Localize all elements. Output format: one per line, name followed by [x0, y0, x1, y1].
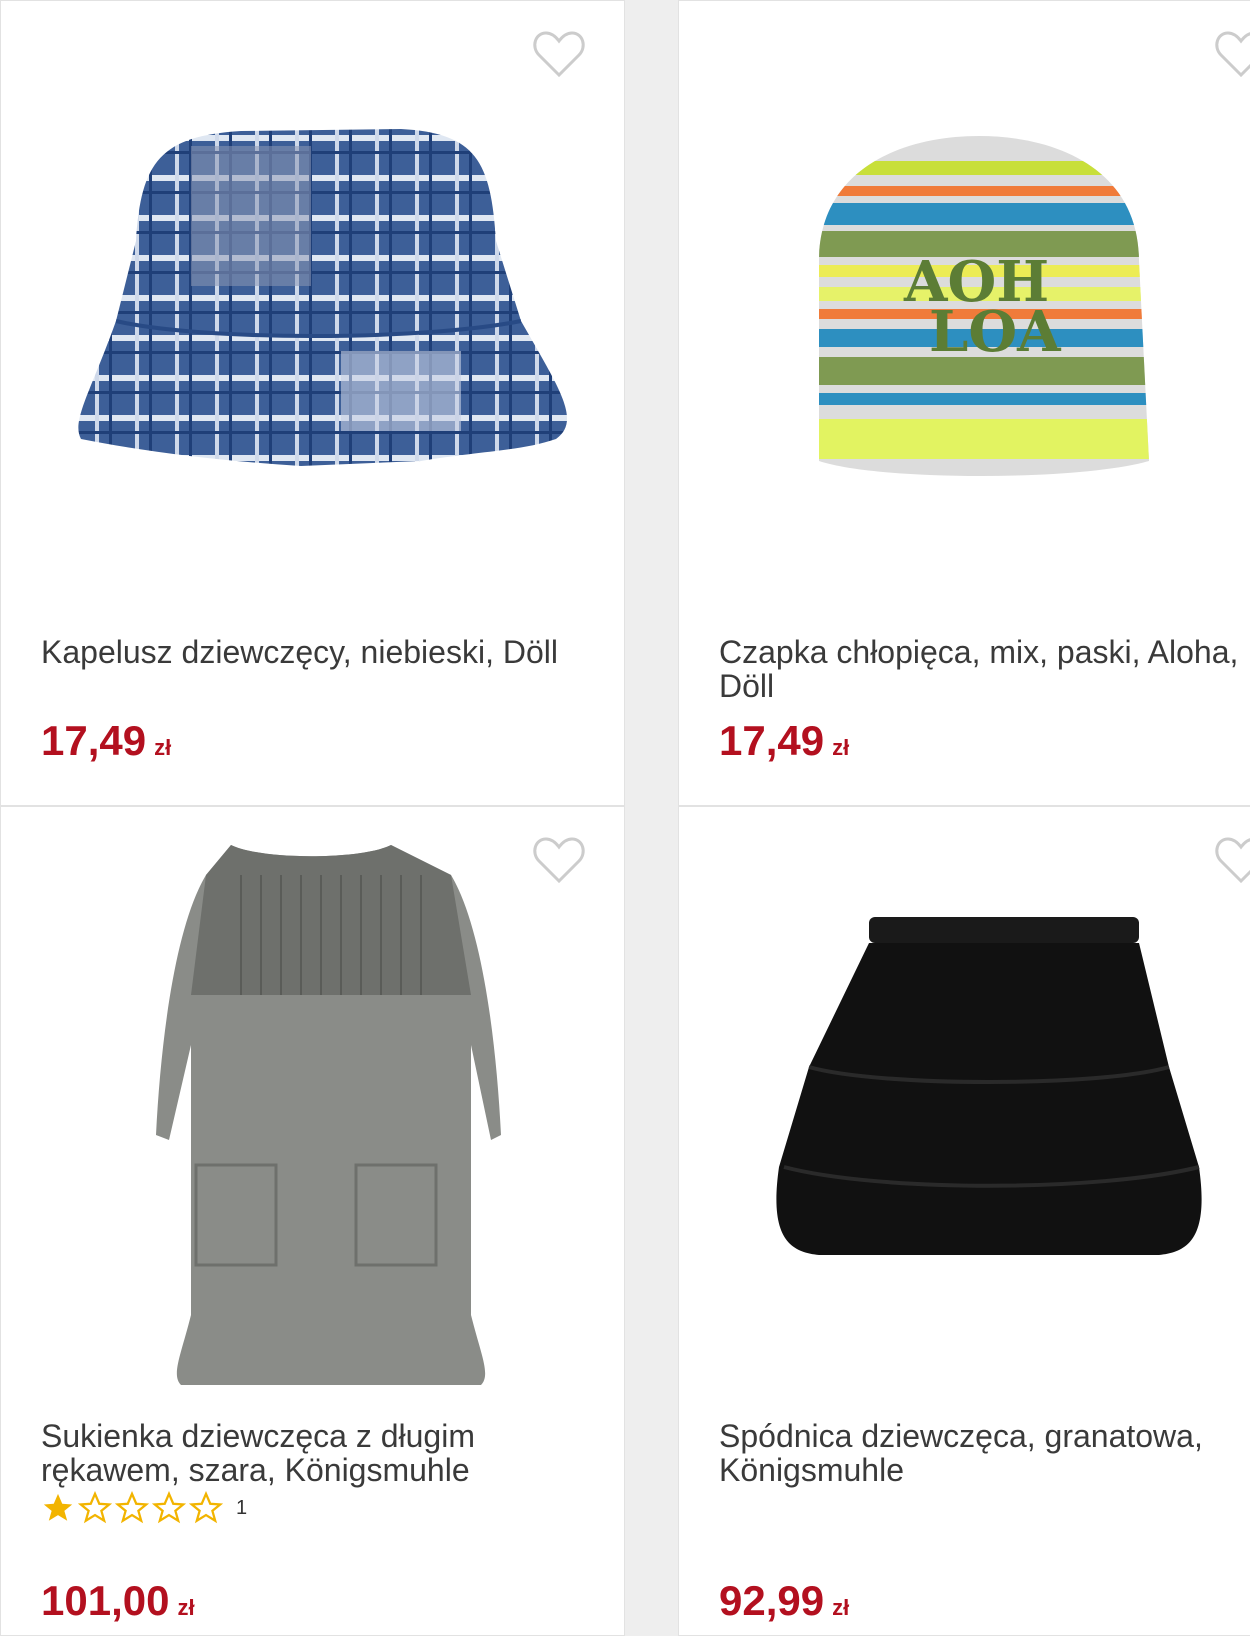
price-amount: 17,49	[719, 717, 825, 764]
product-image[interactable]	[1, 121, 626, 481]
heart-outline-icon[interactable]	[1214, 835, 1250, 885]
price-currency: zł	[177, 1595, 195, 1620]
price-amount: 92,99	[719, 1577, 825, 1624]
star-rating: 1	[41, 1491, 247, 1525]
product-price: 17,49 zł	[41, 717, 171, 765]
price-amount: 17,49	[41, 717, 147, 764]
heart-outline-icon[interactable]	[1214, 29, 1250, 79]
product-title[interactable]: Spódnica dziewczęca, granatowa, Königsmu…	[719, 1419, 1247, 1487]
product-image[interactable]	[1, 835, 626, 1395]
product-card[interactable]: Spódnica dziewczęca, granatowa, Königsmu…	[678, 806, 1250, 1636]
product-image[interactable]	[679, 907, 1250, 1287]
product-card[interactable]: AOH LOA Czapka chłopięca, mix, paski, Al…	[678, 0, 1250, 806]
heart-outline-icon[interactable]	[532, 29, 586, 79]
star-filled-icon	[43, 1493, 73, 1521]
product-title[interactable]: Kapelusz dziewczęcy, niebieski, Döll	[41, 635, 594, 669]
star-outline-icon	[152, 1491, 186, 1524]
product-grid: Kapelusz dziewczęcy, niebieski, Döll 17,…	[0, 0, 1250, 1636]
star-outline-icon	[115, 1491, 149, 1524]
price-currency: zł	[154, 735, 172, 760]
svg-text:LOA: LOA	[929, 299, 1062, 365]
product-price: 101,00 zł	[41, 1577, 195, 1625]
price-currency: zł	[832, 735, 850, 760]
product-price: 92,99 zł	[719, 1577, 849, 1625]
rating-count: 1	[236, 1496, 248, 1519]
product-image[interactable]: AOH LOA	[679, 131, 1250, 491]
product-card[interactable]: Sukienka dziewczęca z długim rękawem, sz…	[0, 806, 625, 1636]
product-title[interactable]: Czapka chłopięca, mix, paski, Aloha, Döl…	[719, 635, 1247, 703]
star-outline-icon	[189, 1491, 223, 1524]
product-price: 17,49 zł	[719, 717, 849, 765]
price-amount: 101,00	[41, 1577, 170, 1624]
star-outline-icon	[78, 1491, 112, 1524]
product-card[interactable]: Kapelusz dziewczęcy, niebieski, Döll 17,…	[0, 0, 625, 806]
product-title[interactable]: Sukienka dziewczęca z długim rękawem, sz…	[41, 1419, 594, 1487]
price-currency: zł	[832, 1595, 850, 1620]
